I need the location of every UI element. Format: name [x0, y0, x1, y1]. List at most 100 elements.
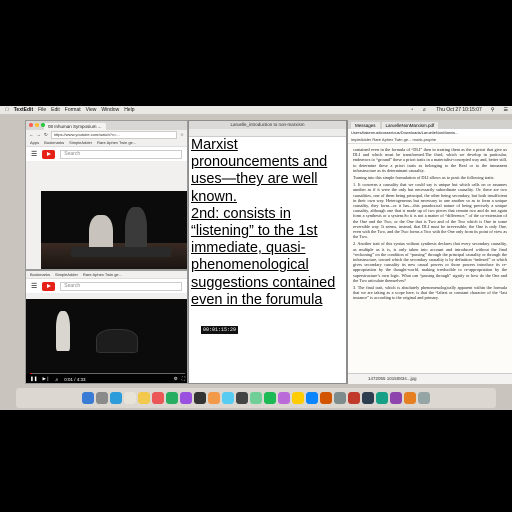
pdf-tab-strip: Messages LaruelleNonMarxism.pdf — [348, 120, 512, 129]
numbers-icon[interactable] — [250, 392, 262, 404]
mail-icon[interactable] — [124, 392, 136, 404]
text-line: known. — [191, 188, 237, 205]
finder-icon[interactable] — [82, 392, 94, 404]
itunes-icon[interactable] — [180, 392, 192, 404]
back-icon[interactable]: ← — [29, 132, 34, 137]
hamburger-menu-icon[interactable]: ☰ — [31, 150, 37, 158]
menu-edit[interactable]: Edit — [51, 106, 60, 114]
bookmark-folder[interactable]: Bookmarks — [44, 139, 64, 146]
video-player-top[interactable] — [41, 191, 187, 269]
video-player-bottom[interactable]: ❚❚ ▶❘ ♬ 0:01 / 4:33 ⚙ ⛶ — [26, 299, 187, 383]
tab-pdf[interactable]: LaruelleNonMarxism.pdf — [381, 122, 439, 129]
video-piano — [96, 329, 138, 353]
pdf-viewer-window: Messages LaruelleNonMarxism.pdf Users/li… — [347, 120, 512, 384]
text-line: Marxist — [191, 137, 238, 153]
close-window-button[interactable] — [29, 123, 33, 127]
bookmark-apps[interactable]: Apps — [30, 139, 39, 146]
youtube-logo-icon[interactable] — [42, 149, 56, 159]
bookmarks-bar: Apps Bookmarks SimpleAdder Rare Aphex Tw… — [26, 139, 187, 147]
menu-clock[interactable]: Thu Oct 27 10:15:07 — [436, 106, 482, 114]
preview-icon[interactable] — [320, 392, 332, 404]
app-icon[interactable] — [348, 392, 360, 404]
text-line: pronouncements and — [191, 154, 328, 171]
pdf-bookmarks-bar: impleAdder Rare Aphex Twin ge... monk-pr… — [348, 136, 512, 144]
youtube-search-input[interactable]: Search — [60, 281, 182, 291]
bookmark-simpleadder[interactable]: SimpleAdder — [69, 139, 92, 146]
pdf-paragraph: Turning into this simple formulation of … — [353, 175, 495, 181]
menu-bar:  TextEdit File Edit Format View Window … — [0, 106, 512, 114]
pdf-page: contained even in the formula of “DLI” t… — [348, 144, 512, 306]
hamburger-menu-icon[interactable]: ☰ — [31, 282, 37, 290]
bookmark-aphex[interactable]: Rare Aphex Twin ge... — [97, 139, 136, 146]
reload-icon[interactable]: ↻ — [44, 132, 48, 138]
music-app-icon[interactable] — [278, 392, 290, 404]
app-icon[interactable] — [362, 392, 374, 404]
wifi-icon[interactable]: ◔ — [410, 106, 413, 114]
volume-icon[interactable]: ♬ — [55, 377, 60, 382]
volume-icon[interactable]: ♬ — [422, 106, 427, 114]
pdf-paragraph: contained even in the formula of “DLI” t… — [353, 147, 507, 173]
address-bar[interactable]: https://www.youtube.com/watch?v=... — [50, 130, 177, 139]
facetime-icon[interactable] — [166, 392, 178, 404]
browser-window-bottom: Bookmarks SimpleAdder Rare Aphex Twin ge… — [25, 270, 188, 384]
browser-tab-strip: 08 Inhuman Symposium ... — [26, 121, 187, 130]
menu-file[interactable]: File — [38, 106, 46, 114]
menu-help[interactable]: Help — [124, 106, 134, 114]
address-row: ← → ↻ https://www.youtube.com/watch?v=..… — [26, 130, 187, 139]
apple-icon[interactable]:  — [5, 106, 9, 114]
menu-app-name[interactable]: TextEdit — [14, 106, 33, 114]
video-progress-bar[interactable] — [30, 373, 185, 374]
video-controls: ❚❚ ▶❘ ♬ 0:01 / 4:33 ⚙ ⛶ — [26, 373, 187, 383]
menu-window[interactable]: Window — [101, 106, 119, 114]
menu-view[interactable]: View — [86, 106, 97, 114]
menu-format[interactable]: Format — [65, 106, 81, 114]
app-store-icon[interactable] — [222, 392, 234, 404]
pdf-paragraph: 1. It concerns a causality that we could… — [353, 182, 507, 240]
bookmark-simpleadder[interactable]: SimpleAdder — [55, 271, 78, 278]
app-icon[interactable] — [404, 392, 416, 404]
video-progress-fill — [30, 373, 33, 374]
text-line: even in the forumula — [191, 291, 323, 308]
app-icon[interactable] — [376, 392, 388, 404]
calendar-icon[interactable] — [152, 392, 164, 404]
textedit-toolbar — [189, 129, 346, 137]
pdf-address-bar[interactable]: Users/liakenrusitcosserious/Downloads/La… — [348, 129, 512, 136]
app-icon[interactable] — [390, 392, 402, 404]
youtube-search-input[interactable]: Search — [60, 149, 182, 159]
download-filename: 1472055 10150834...jpg — [368, 376, 417, 381]
settings-gear-icon[interactable]: ⚙ — [174, 376, 178, 382]
safari-icon[interactable] — [110, 392, 122, 404]
download-item[interactable]: 1472055 10150834...jpg — [348, 373, 512, 384]
text-line: “listening” to the 1st — [191, 223, 318, 240]
terminal-icon[interactable] — [194, 392, 206, 404]
browser-tab[interactable]: 08 Inhuman Symposium ... — [44, 123, 106, 130]
textedit-window: Laruelle_introduction to non-marxism Mar… — [188, 120, 347, 384]
text-line: uses—they are well — [191, 171, 318, 188]
next-icon[interactable]: ▶❘ — [43, 376, 50, 382]
spotlight-search-icon[interactable]: ⚲ — [491, 106, 495, 114]
system-preferences-icon[interactable] — [236, 392, 248, 404]
dock — [16, 388, 496, 408]
bookmark-aphex[interactable]: Rare Aphex Twin ge... — [83, 271, 122, 278]
recording-timer: 00:01:15:29 — [201, 326, 239, 334]
notes-icon[interactable] — [138, 392, 150, 404]
spotify-icon[interactable] — [264, 392, 276, 404]
quicktime-icon[interactable] — [334, 392, 346, 404]
document-text[interactable]: Marxist pronouncements and uses—they are… — [189, 137, 346, 309]
fullscreen-icon[interactable]: ⛶ — [182, 376, 185, 382]
launchpad-icon[interactable] — [96, 392, 108, 404]
notifications-icon[interactable]: ☰ — [504, 106, 508, 114]
bookmark-folder[interactable]: Bookmarks — [30, 271, 50, 278]
textedit-icon[interactable] — [306, 392, 318, 404]
chrome-icon[interactable] — [292, 392, 304, 404]
pause-icon[interactable]: ❚❚ — [30, 376, 38, 382]
forward-icon[interactable]: → — [37, 132, 42, 137]
tab-messages[interactable]: Messages — [351, 122, 380, 129]
youtube-logo-icon[interactable] — [42, 281, 56, 291]
text-line: suggestions contained — [191, 274, 336, 291]
photos-icon[interactable] — [208, 392, 220, 404]
trash-icon[interactable] — [418, 392, 430, 404]
bookmark-star-icon[interactable]: ☆ — [180, 132, 184, 138]
minimize-window-button[interactable] — [35, 123, 39, 127]
zoom-window-button[interactable] — [41, 123, 45, 127]
